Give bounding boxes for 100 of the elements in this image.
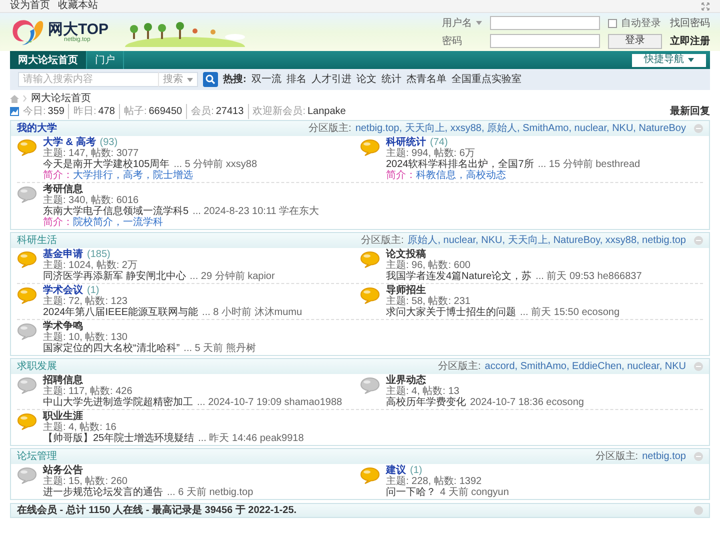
forum-title-link[interactable]: 大学 & 高考 [43,137,96,148]
last-post-link[interactable]: 同济医学再添新军 静安闸北中心 [43,271,186,282]
forum-title-link[interactable]: 科研统计 [386,137,426,148]
forum-title-link[interactable]: 论文投稿 [386,249,426,260]
hot-search-link[interactable]: 论文 [356,72,376,87]
new-post-count: (93) [100,137,118,148]
quick-nav-button[interactable]: 快捷导航 [632,54,706,66]
forum-title-link[interactable]: 站务公告 [43,465,83,476]
stat-label: 帖子: [124,104,147,119]
collapse-icon[interactable] [694,362,703,371]
moderators-label: 分区版主: [308,122,352,136]
last-post-meta: ... 5 天前 熊丹树 [184,343,256,354]
last-post-link[interactable]: 东南大学电子信息领域一流学科5 [43,206,189,217]
last-post-meta: ... 29 分钟前 kapior [190,271,275,282]
forum-title-link[interactable]: 考研信息 [43,184,83,195]
password-field[interactable] [490,34,600,48]
stat-value: 669450 [148,105,182,119]
forum-stats: 主题: 117, 帖数: 426 [43,386,134,397]
search-icon[interactable] [203,72,218,87]
collapse-icon[interactable] [694,236,703,245]
intro-label: 简介： [386,170,416,181]
intro-links[interactable]: 科教信息，高校动态 [416,170,506,181]
last-post-link[interactable]: 国家定位的四大名校“清北哈科” [43,343,180,354]
collapse-icon[interactable] [694,506,703,515]
hot-search-label: 热搜: [223,72,246,87]
forum-title-link[interactable]: 招聘信息 [43,375,83,386]
hot-search-link[interactable]: 全国重点实验室 [451,72,522,87]
last-post-link[interactable]: 今天是南开大学建校105周年 [43,159,170,170]
section-title[interactable]: 科研生活 [17,233,57,248]
stat-value: 27413 [216,105,244,119]
forum-title-link[interactable]: 职业生涯 [43,411,83,422]
section-title[interactable]: 我的大学 [17,121,57,136]
last-post-meta: ... 2024-8-23 10:11 学在东大 [192,206,320,217]
moderator-links[interactable]: netbig.top, 天天向上, xxsy88, 原始人, SmithAmo, nuclear, NKU, NatureBoy [355,121,686,136]
chevron-icon [23,95,27,102]
breadcrumb-link[interactable]: 网大论坛首页 [31,91,91,106]
nav-tab[interactable]: 网大论坛首页 [10,51,87,69]
forum-stats: 主题: 58, 帖数: 231 [386,296,470,307]
forum-stats: 主题: 228, 帖数: 1392 [386,476,483,487]
last-post-link[interactable]: 中山大学先进制造学院超精密加工 [43,397,193,408]
auto-login-checkbox[interactable] [608,18,617,28]
moderator-links[interactable]: 原始人, nuclear, NKU, 天天向上, NatureBoy, xxsy88, netbig.top [408,233,686,248]
forum-title-link[interactable]: 学术争鸣 [43,321,83,332]
last-post-link[interactable]: 求问大家关于博士招生的问题 [386,307,516,318]
hot-search-link[interactable]: 杰青名单 [406,72,446,87]
last-post-link[interactable]: 高校历年学费变化 [386,397,466,408]
last-post-link[interactable]: 进一步规范论坛发言的通告 [43,487,163,498]
collapse-icon[interactable] [694,124,703,133]
hot-search-link[interactable]: 双一流 [251,72,282,87]
last-post-meta: ... 前天 09:53 he866837 [536,271,642,282]
expand-icon[interactable] [701,2,710,10]
last-post-link[interactable]: 【帅哥版】25年院士增选环境疑结 [43,433,194,444]
intro-label: 简介： [43,170,73,181]
last-post-meta: ... 昨天 14:46 peak9918 [198,433,304,444]
top-link[interactable]: 收藏本站 [58,0,98,12]
login-button[interactable]: 登录 [608,34,662,48]
logo-text: 网大TOP [48,22,109,36]
stat-label: 欢迎新会员: [252,104,306,119]
moderators-label: 分区版主: [438,360,481,374]
last-post-link[interactable]: 问一下哈？ [386,487,436,498]
section-title[interactable]: 求职发展 [17,359,57,374]
forum-title-link[interactable]: 基金申请 [43,249,83,260]
forum-title-link[interactable]: 建议 [386,465,406,476]
stat-value: Lanpake [307,105,346,119]
forum-title-link[interactable]: 学术会议 [43,285,83,296]
intro-links[interactable]: 大学排行，高考，院士增选 [73,170,193,181]
hot-search-link[interactable]: 排名 [286,72,306,87]
top-link[interactable]: 设为首页 [10,0,50,12]
intro-label: 简介： [43,217,73,228]
moderator-links[interactable]: netbig.top [642,449,686,464]
register-link[interactable]: 立即注册 [670,34,710,48]
new-post-count: (185) [87,249,110,260]
forum-title-link[interactable]: 业界动态 [386,375,426,386]
last-post-meta: ... 15 分钟前 besthread [538,159,640,170]
home-icon[interactable] [10,94,19,102]
hot-search-link[interactable]: 统计 [381,72,402,87]
intro-links[interactable]: 院校简介，一流学科 [73,217,163,228]
hot-search-link[interactable]: 人才引进 [311,72,352,87]
moderator-links[interactable]: accord, SmithAmo, EddieChen, nuclear, NKU [484,359,686,374]
moderators-label: 分区版主: [595,450,638,464]
chart-icon [10,107,19,116]
stat-value: 478 [98,105,115,119]
last-post-link[interactable]: 我国学者连发4篇Nature论文，苏 [386,271,532,282]
last-post-meta: 4 天前 congyun [440,487,509,498]
forum-stats: 主题: 15, 帖数: 260 [43,476,128,487]
collapse-icon[interactable] [694,452,703,461]
find-password-link[interactable]: 找回密码 [670,16,710,30]
last-post-meta: ... 2024-10-7 19:09 shamao1988 [197,397,342,408]
forum-stats: 主题: 10, 帖数: 130 [43,332,128,343]
username-field[interactable] [490,16,600,30]
stat-label: 会员: [191,105,214,119]
forum-stats: 主题: 147, 帖数: 3077 [43,148,140,159]
last-post-link[interactable]: 2024软科学科排名出炉，全国7所 [386,159,534,170]
forum-title-link[interactable]: 导师招生 [386,285,426,296]
last-post-link[interactable]: 2024年第八届IEEE能源互联网与能 [43,307,198,318]
latest-replies-link[interactable]: 最新回复 [670,104,710,119]
new-post-count: (1) [410,465,422,476]
username-label[interactable]: 用户名 [442,16,472,30]
section-title[interactable]: 论坛管理 [17,449,57,464]
logo-icon [10,17,44,47]
